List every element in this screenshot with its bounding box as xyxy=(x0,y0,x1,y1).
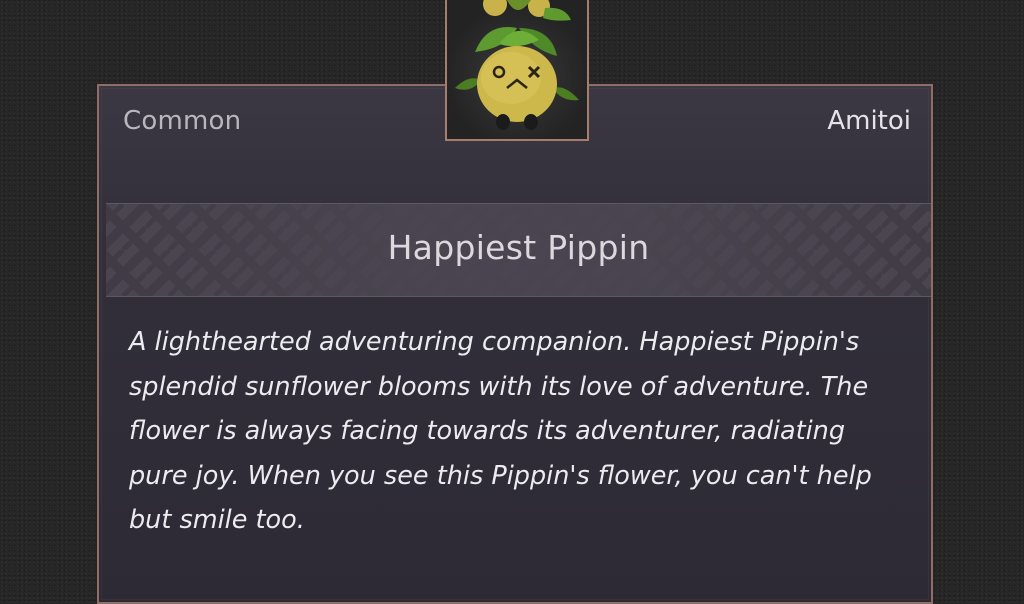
item-portrait xyxy=(445,0,589,141)
pippin-amitoi-icon xyxy=(455,0,579,130)
item-rarity: Common xyxy=(123,106,242,136)
item-category: Amitoi xyxy=(827,106,911,136)
item-name: Happiest Pippin xyxy=(387,228,650,267)
item-name-banner: Happiest Pippin xyxy=(106,203,931,297)
item-description: A lighthearted adventuring companion. Ha… xyxy=(129,327,872,535)
